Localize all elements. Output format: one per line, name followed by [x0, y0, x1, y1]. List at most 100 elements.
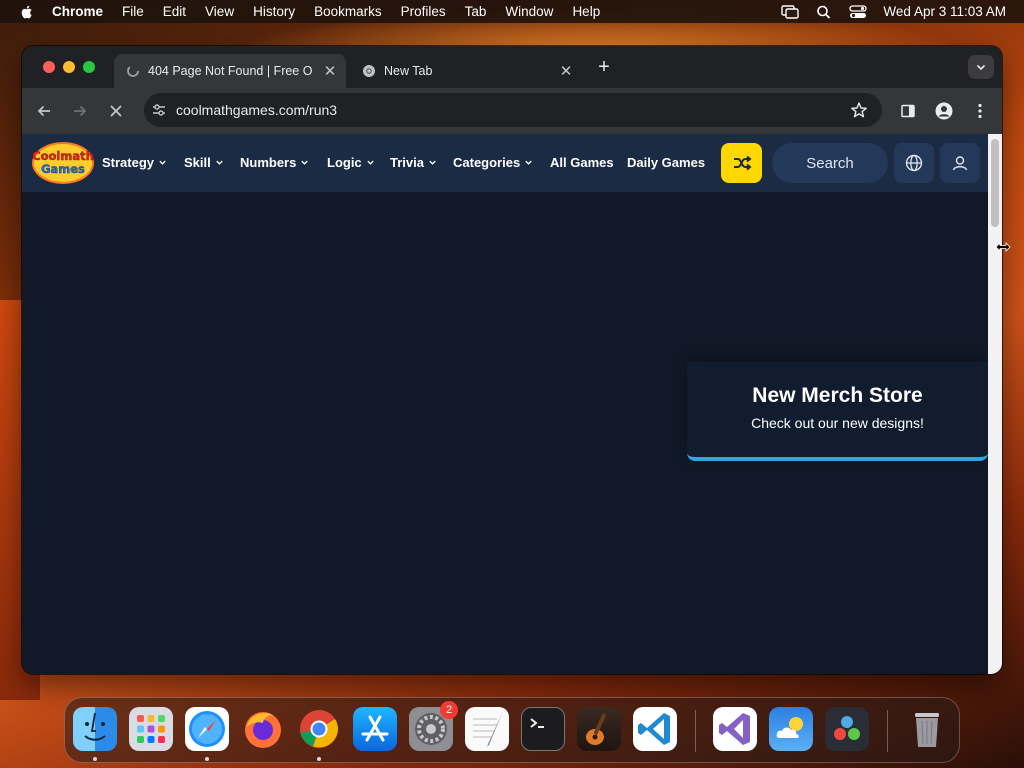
- chrome-icon[interactable]: [297, 707, 341, 751]
- dock-separator: [887, 710, 888, 752]
- chevron-down-icon: [301, 160, 309, 165]
- firefox-icon[interactable]: [241, 707, 285, 751]
- search-label: Search: [806, 154, 854, 172]
- url-text: coolmathgames.com/run3: [176, 102, 338, 118]
- merch-store-banner[interactable]: New Merch Store Check out our new design…: [687, 362, 988, 461]
- chrome-menu-button[interactable]: [968, 99, 992, 123]
- side-panel-button[interactable]: [896, 99, 920, 123]
- chevron-down-icon: [366, 160, 374, 165]
- weather-icon[interactable]: [769, 707, 813, 751]
- chevron-down-icon: [525, 160, 532, 165]
- nav-label: Trivia: [390, 155, 424, 170]
- close-window-button[interactable]: [43, 61, 55, 73]
- finder-icon[interactable]: [73, 707, 117, 751]
- profile-button[interactable]: [932, 99, 956, 123]
- finder-running-indicator: [93, 757, 97, 761]
- site-settings-icon[interactable]: [150, 101, 168, 119]
- loading-spinner-icon: [127, 65, 139, 77]
- textedit-icon[interactable]: [465, 707, 509, 751]
- trash-icon[interactable]: [905, 707, 949, 751]
- zoom-window-button[interactable]: [83, 61, 95, 73]
- vscode-icon[interactable]: [633, 707, 677, 751]
- tab-404-page[interactable]: 404 Page Not Found | Free O ✕: [114, 54, 346, 88]
- menu-file[interactable]: File: [122, 4, 144, 19]
- menu-bar: Chrome File Edit View History Bookmarks …: [0, 0, 1024, 23]
- spotlight-search-icon[interactable]: [815, 5, 833, 19]
- apple-icon[interactable]: [19, 4, 35, 20]
- menu-history[interactable]: History: [253, 4, 295, 19]
- stop-loading-button[interactable]: [104, 99, 128, 123]
- chrome-window: 404 Page Not Found | Free O ✕ New Tab ✕ …: [22, 46, 1002, 674]
- app-store-icon[interactable]: [353, 707, 397, 751]
- search-button[interactable]: Search: [772, 143, 888, 183]
- nav-label: All Games: [550, 155, 614, 170]
- nav-trivia[interactable]: Trivia: [390, 155, 437, 170]
- coolmath-logo[interactable]: Coolmath Games: [30, 140, 96, 186]
- logo-text-coolmath: Coolmath: [32, 149, 94, 163]
- page-scrollbar[interactable]: [988, 134, 1002, 674]
- user-icon: [952, 156, 968, 171]
- davinci-resolve-icon[interactable]: [825, 707, 869, 751]
- chevron-down-icon: [216, 160, 223, 165]
- visual-studio-icon[interactable]: [713, 707, 757, 751]
- safari-icon[interactable]: [185, 707, 229, 751]
- nav-label: Categories: [453, 155, 521, 170]
- menu-edit[interactable]: Edit: [163, 4, 186, 19]
- terminal-icon[interactable]: [521, 707, 565, 751]
- safari-running-indicator: [205, 757, 209, 761]
- nav-logic[interactable]: Logic: [327, 155, 375, 170]
- nav-skill[interactable]: Skill: [184, 155, 224, 170]
- logo-text-games: Games: [41, 162, 85, 176]
- menu-app-chrome[interactable]: Chrome: [52, 4, 103, 19]
- tab-strip: 404 Page Not Found | Free O ✕ New Tab ✕ …: [22, 46, 1002, 88]
- menu-tab[interactable]: Tab: [465, 4, 487, 19]
- address-bar[interactable]: coolmathgames.com/run3: [144, 93, 882, 127]
- nav-categories[interactable]: Categories: [453, 155, 533, 170]
- menu-view[interactable]: View: [205, 4, 234, 19]
- account-button[interactable]: [940, 143, 980, 183]
- menu-profiles[interactable]: Profiles: [401, 4, 446, 19]
- nav-strategy[interactable]: Strategy: [102, 155, 167, 170]
- nav-label: Numbers: [240, 155, 297, 170]
- close-tab-icon[interactable]: ✕: [558, 63, 574, 80]
- settings-badge: 2: [440, 701, 458, 719]
- globe-icon: [905, 154, 923, 172]
- forward-button[interactable]: [68, 99, 92, 123]
- nav-daily-games[interactable]: Daily Games: [627, 155, 705, 170]
- minimize-window-button[interactable]: [63, 61, 75, 73]
- garageband-icon[interactable]: [577, 707, 621, 751]
- tab-new-tab[interactable]: New Tab ✕: [350, 54, 582, 88]
- menu-bookmarks[interactable]: Bookmarks: [314, 4, 382, 19]
- close-tab-icon[interactable]: ✕: [322, 63, 338, 80]
- language-button[interactable]: [894, 143, 934, 183]
- nav-label: Skill: [184, 155, 211, 170]
- nav-all-games[interactable]: All Games: [550, 155, 614, 170]
- new-tab-button[interactable]: +: [594, 57, 614, 78]
- shuffle-icon: [733, 155, 752, 171]
- menu-help[interactable]: Help: [572, 4, 600, 19]
- nav-label: Strategy: [102, 155, 155, 170]
- profile-avatar-icon: [935, 102, 953, 120]
- menu-window[interactable]: Window: [505, 4, 553, 19]
- random-game-button[interactable]: [721, 143, 762, 183]
- resize-cursor-icon: [995, 242, 1011, 252]
- menu-bar-clock[interactable]: Wed Apr 3 11:03 AM: [883, 4, 1006, 19]
- launchpad-icon[interactable]: [129, 707, 173, 751]
- nav-label: Daily Games: [627, 155, 706, 170]
- merch-subtitle: Check out our new designs!: [751, 415, 924, 431]
- bookmark-star-icon[interactable]: [850, 101, 868, 119]
- control-center-icon[interactable]: [849, 4, 868, 19]
- nav-numbers[interactable]: Numbers: [240, 155, 309, 170]
- dock-separator: [695, 710, 696, 752]
- screen-mirroring-icon[interactable]: [781, 4, 800, 19]
- back-button[interactable]: [32, 99, 56, 123]
- nav-label: Logic: [327, 155, 362, 170]
- arrow-right-icon: [74, 105, 87, 117]
- scrollbar-thumb[interactable]: [991, 139, 999, 227]
- side-panel-icon: [901, 104, 915, 118]
- chevron-down-icon: [159, 160, 166, 165]
- tab-search-button[interactable]: [968, 55, 994, 79]
- dock: 2: [64, 697, 960, 763]
- close-icon: [110, 105, 122, 117]
- merch-title: New Merch Store: [752, 384, 923, 407]
